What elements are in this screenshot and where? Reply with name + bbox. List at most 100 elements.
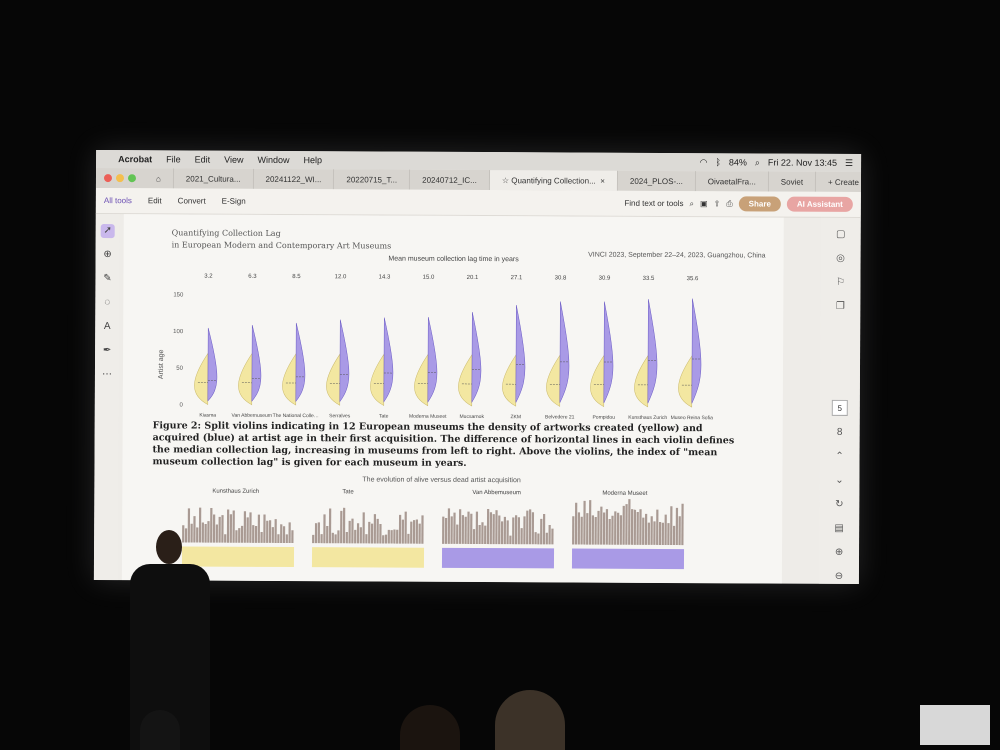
histogram-bar bbox=[594, 517, 597, 545]
histogram-bar bbox=[678, 516, 681, 546]
text-select-icon[interactable]: A bbox=[100, 320, 114, 334]
figure3-title: The evolution of alive versus dead artis… bbox=[362, 476, 521, 485]
histogram-bar bbox=[548, 524, 551, 545]
more-icon[interactable]: ⋯ bbox=[100, 368, 114, 382]
histogram-bar bbox=[390, 530, 393, 544]
histogram-bar bbox=[528, 509, 532, 545]
control-center-icon[interactable]: ☰ bbox=[845, 157, 853, 168]
tab-4[interactable]: 20240712_IC... bbox=[410, 169, 490, 191]
violin-created-half bbox=[458, 353, 473, 407]
close-tab-icon[interactable]: × bbox=[596, 176, 605, 185]
minimize-window-button[interactable] bbox=[115, 174, 125, 183]
esign-tab[interactable]: E-Sign bbox=[222, 197, 246, 206]
laptop bbox=[920, 705, 990, 745]
share-button[interactable]: Share bbox=[738, 196, 781, 212]
tab-6[interactable]: 2024_PLOS-... bbox=[617, 170, 696, 192]
tab-2[interactable]: 20241122_WI... bbox=[253, 168, 335, 190]
tab-7[interactable]: OivaetalFra... bbox=[695, 171, 769, 192]
menu-window[interactable]: Window bbox=[257, 155, 289, 165]
zoom-window-button[interactable] bbox=[127, 174, 137, 183]
panel-title: Kunsthaus Zurich bbox=[212, 489, 259, 495]
menu-view[interactable]: View bbox=[224, 155, 243, 165]
y-tick-label: 0 bbox=[179, 402, 183, 408]
comment-icon[interactable]: ▢ bbox=[834, 228, 848, 242]
histogram-bar bbox=[583, 500, 586, 545]
histogram-bar bbox=[628, 499, 631, 545]
pages-icon[interactable]: ❐ bbox=[833, 300, 847, 314]
histogram-bar bbox=[282, 526, 286, 543]
refresh-icon[interactable]: ↻ bbox=[832, 498, 846, 512]
close-window-button[interactable] bbox=[103, 174, 113, 183]
zoom-in-icon[interactable]: ⊕ bbox=[832, 546, 846, 560]
layers-icon[interactable]: ◎ bbox=[834, 252, 848, 266]
histogram-bar bbox=[526, 510, 529, 545]
lasso-icon[interactable]: ◌ bbox=[100, 296, 114, 310]
small-multiples: Kunsthaus Zurich Tate Van Abbemuseum Modern… bbox=[181, 489, 685, 570]
histogram-bar bbox=[481, 522, 484, 545]
violin-created-half bbox=[634, 354, 649, 408]
area-band bbox=[311, 547, 425, 568]
clock[interactable]: Fri 22. Nov 13:45 bbox=[768, 158, 837, 168]
app-menu[interactable]: Acrobat bbox=[118, 154, 152, 164]
histogram-bar bbox=[484, 525, 487, 545]
bookmark-icon[interactable]: ⚐ bbox=[833, 276, 847, 290]
histogram-bar bbox=[370, 523, 374, 544]
menu-help[interactable]: Help bbox=[303, 155, 322, 165]
tab-1[interactable]: 2021_Cultura... bbox=[173, 168, 254, 189]
print-icon[interactable]: ⎙ bbox=[726, 199, 732, 209]
bluetooth-icon[interactable]: ᛒ bbox=[715, 157, 720, 167]
lag-value-label: 6.3 bbox=[248, 274, 257, 280]
search-icon[interactable]: ⌕ bbox=[690, 199, 695, 209]
histogram-bar bbox=[393, 529, 396, 544]
chevron-up-icon[interactable]: ⌃ bbox=[832, 450, 846, 464]
lag-value-label: 8.5 bbox=[292, 274, 301, 280]
tab-8[interactable]: Soviet bbox=[768, 171, 817, 192]
violin-created-half bbox=[678, 354, 693, 408]
museum-label: Moderna Museet bbox=[409, 414, 447, 420]
histogram-bar bbox=[531, 512, 535, 545]
find-text-field[interactable]: Find text or tools bbox=[624, 199, 683, 208]
pen-icon[interactable]: ✎ bbox=[100, 272, 114, 286]
histogram-bar bbox=[387, 529, 390, 544]
histogram-bar bbox=[503, 516, 507, 545]
histogram-bar bbox=[232, 510, 235, 543]
menu-edit[interactable]: Edit bbox=[195, 155, 211, 165]
tab-3[interactable]: 20220715_T... bbox=[334, 169, 411, 190]
current-page-box[interactable]: 5 bbox=[831, 399, 848, 416]
all-tools-tab[interactable]: All tools bbox=[104, 196, 132, 205]
zoom-out-icon[interactable]: ⊖ bbox=[832, 570, 846, 584]
sign-icon[interactable]: ✒ bbox=[100, 344, 114, 358]
histogram-bar bbox=[373, 514, 377, 544]
upload-icon[interactable]: ⇧ bbox=[714, 199, 721, 208]
pdf-page: Quantifying Collection Lag in European M… bbox=[121, 214, 784, 584]
histogram-bar bbox=[226, 509, 230, 543]
histogram-bar bbox=[379, 523, 382, 544]
chevron-down-icon[interactable]: ⌄ bbox=[832, 474, 846, 488]
histogram-bar bbox=[551, 528, 554, 545]
histogram-bar bbox=[577, 512, 581, 545]
ai-assistant-button[interactable]: AI Assistant bbox=[786, 196, 853, 212]
histogram-bar bbox=[647, 522, 650, 545]
museum-label: ZKM bbox=[510, 414, 521, 420]
audience-head bbox=[140, 710, 180, 750]
y-tick-label: 100 bbox=[173, 329, 184, 335]
menu-file[interactable]: File bbox=[166, 154, 181, 164]
histogram-bar bbox=[514, 515, 518, 545]
zoom-icon[interactable]: ⊕ bbox=[101, 248, 115, 262]
battery-status[interactable]: 84% bbox=[729, 157, 747, 167]
convert-tab[interactable]: Convert bbox=[178, 196, 206, 205]
histogram-bar bbox=[664, 514, 667, 545]
tab-active[interactable]: ☆ Quantifying Collection... × bbox=[489, 170, 618, 191]
star-icon: ☆ bbox=[501, 175, 512, 185]
edit-tab[interactable]: Edit bbox=[148, 196, 162, 205]
page-icon[interactable]: ▤ bbox=[832, 522, 846, 536]
histogram-bar bbox=[235, 530, 238, 543]
violin-acquired-half bbox=[471, 311, 482, 404]
museum-label: Serralves bbox=[329, 413, 351, 419]
search-icon[interactable]: ⌕ bbox=[755, 157, 760, 168]
select-cursor-icon[interactable]: ➚ bbox=[100, 224, 115, 239]
wifi-icon[interactable]: ◠ bbox=[700, 157, 708, 168]
save-icon[interactable]: ▣ bbox=[700, 199, 708, 208]
create-button[interactable]: + Create bbox=[816, 171, 862, 193]
home-icon[interactable]: ⌂ bbox=[143, 168, 174, 189]
